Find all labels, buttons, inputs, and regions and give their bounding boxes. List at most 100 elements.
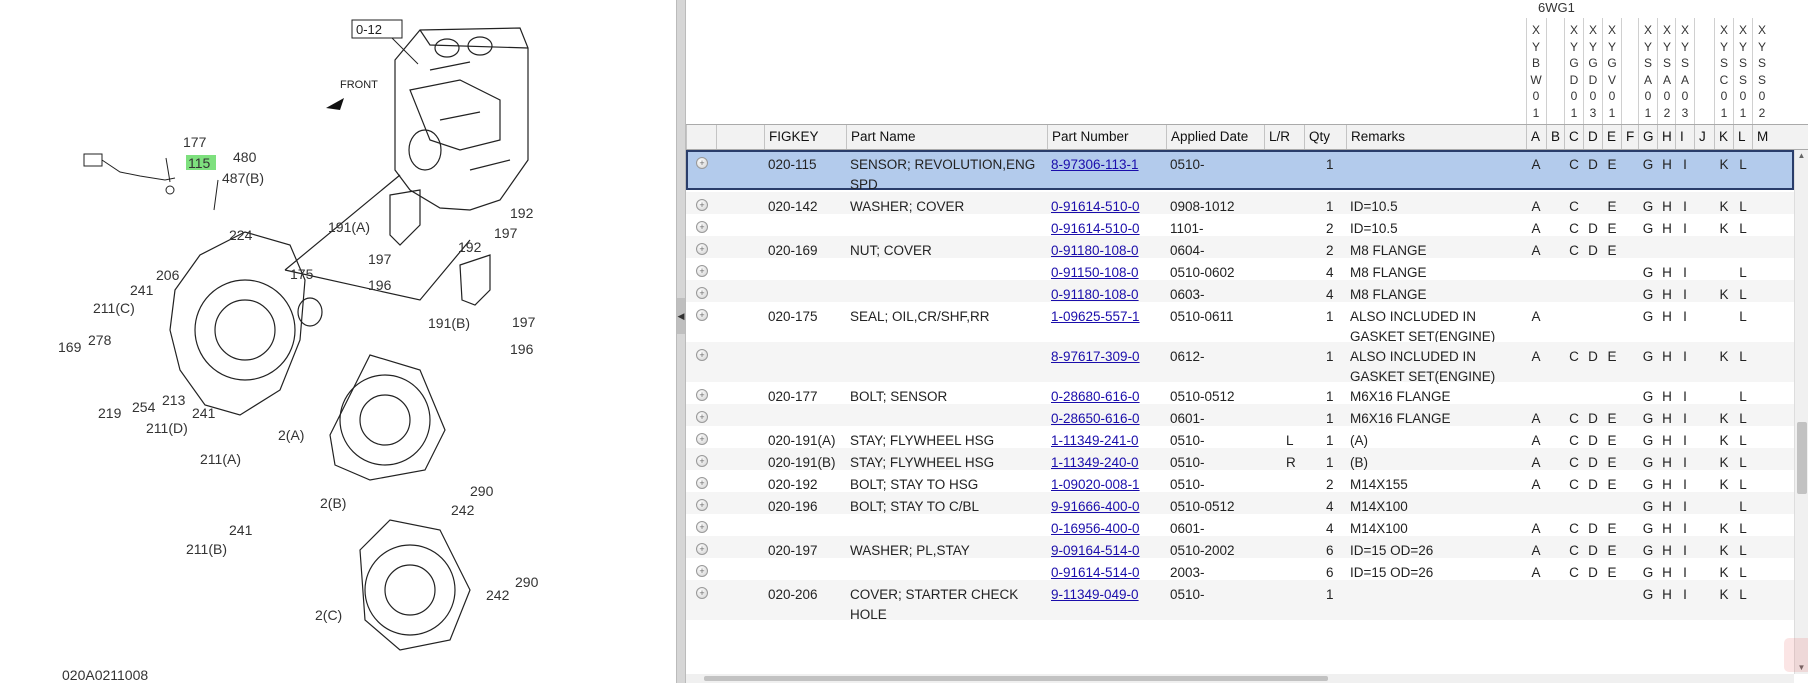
table-row[interactable]: +020-192 BOLT; STAY TO HSG 1-09020-008-1 05…	[686, 470, 1794, 492]
expand-row-icon[interactable]: +	[696, 199, 708, 211]
part-number-link[interactable]: 0-91614-510-0	[1051, 221, 1140, 236]
header-remarks[interactable]: Remarks	[1346, 125, 1526, 149]
table-row[interactable]: +020-197 WASHER; PL,STAY 9-09164-514-0 0510…	[686, 536, 1794, 558]
part-number-link[interactable]: 0-16956-400-0	[1051, 521, 1140, 536]
part-number-link[interactable]: 9-09164-514-0	[1051, 543, 1140, 558]
header-flag[interactable]: G	[1638, 125, 1657, 149]
parts-table-body: +020-115 SENSOR; REVOLUTION,ENG SPD 8-9730…	[686, 150, 1794, 674]
header-flag[interactable]: K	[1714, 125, 1733, 149]
part-number-link[interactable]: 0-91614-514-0	[1051, 565, 1140, 580]
vertical-scrollbar[interactable]: ▲ ▼	[1794, 150, 1808, 674]
part-number-link[interactable]: 0-91614-510-0	[1051, 199, 1140, 214]
table-row[interactable]: +020-175 SEAL; OIL,CR/SHF,RR 1-09625-557-1…	[686, 302, 1794, 344]
applicability-flag: C	[1569, 349, 1579, 364]
variant-divider	[1621, 18, 1622, 124]
horizontal-scroll-thumb[interactable]	[704, 676, 1328, 681]
expand-row-icon[interactable]: +	[696, 287, 708, 299]
qty-cell: 1	[1326, 309, 1334, 324]
header-flag[interactable]: E	[1602, 125, 1621, 149]
header-flag[interactable]: I	[1675, 125, 1694, 149]
header-figkey[interactable]: FIGKEY	[764, 125, 846, 149]
header-flag[interactable]: B	[1546, 125, 1564, 149]
header-flag[interactable]: C	[1564, 125, 1583, 149]
expand-row-icon[interactable]: +	[696, 565, 708, 577]
header-flag[interactable]: J	[1694, 125, 1714, 149]
table-row[interactable]: +8-97617-309-0 0612- 1 ALSO INCLUDED IN GAS…	[686, 342, 1794, 384]
svg-text:241: 241	[229, 522, 253, 538]
part-number-link[interactable]: 0-28680-616-0	[1051, 389, 1140, 404]
svg-text:211(C): 211(C)	[93, 300, 135, 316]
remarks-cell: ALSO INCLUDED IN GASKET SET(ENGINE)	[1350, 309, 1496, 344]
part-number-link[interactable]: 9-11349-049-0	[1051, 587, 1139, 602]
part-number-link[interactable]: 0-91180-108-0	[1051, 243, 1139, 258]
parts-list-panel: 6WG1 XYBW01 XYGD01 XYGD03 XYGV01 XYSA01 XYSA0…	[686, 0, 1808, 683]
applicability-flag: K	[1719, 349, 1729, 364]
applicability-flag: L	[1739, 587, 1747, 602]
collapse-left-arrow-icon[interactable]: ◀	[677, 298, 685, 334]
header-flag[interactable]: D	[1583, 125, 1602, 149]
part-number-link[interactable]: 0-28650-616-0	[1051, 411, 1140, 426]
expand-row-icon[interactable]: +	[696, 243, 708, 255]
header-flag[interactable]: M	[1752, 125, 1772, 149]
part-number-link[interactable]: 8-97306-113-1	[1051, 157, 1139, 172]
part-number-link[interactable]: 1-11349-240-0	[1051, 455, 1139, 470]
applicability-flag: G	[1642, 349, 1654, 364]
table-row[interactable]: +0-28650-616-0 0601- 1 M6X16 FLANGE A C D E G H I K…	[686, 404, 1794, 426]
table-row[interactable]: +020-191(A) STAY; FLYWHEEL HSG 1-11349-241…	[686, 426, 1794, 448]
expand-row-icon[interactable]: +	[696, 499, 708, 511]
variant-code: XYGD01	[1569, 23, 1579, 120]
horizontal-scrollbar[interactable]	[686, 674, 1794, 683]
table-row[interactable]: +0-16956-400-0 0601- 4 M14X100 A C D E G H I K L	[686, 514, 1794, 536]
table-row[interactable]: +020-206 COVER; STARTER CHECK HOLE 9-11349…	[686, 580, 1794, 622]
part-number-link[interactable]: 8-97617-309-0	[1051, 349, 1140, 364]
variant-divider	[1564, 18, 1565, 124]
header-flag[interactable]: F	[1621, 125, 1638, 149]
applicability-flag: G	[1642, 587, 1654, 602]
table-row[interactable]: +020-169 NUT; COVER 0-91180-108-0 0604- 2 M8 …	[686, 236, 1794, 258]
applicability-flag: L	[1739, 309, 1747, 324]
scroll-up-arrow-icon[interactable]: ▲	[1795, 150, 1808, 162]
part-number-link[interactable]: 1-09625-557-1	[1051, 309, 1140, 324]
expand-row-icon[interactable]: +	[696, 455, 708, 467]
header-flag[interactable]: L	[1733, 125, 1752, 149]
table-row[interactable]: +020-177 BOLT; SENSOR 0-28680-616-0 0510-05…	[686, 382, 1794, 404]
header-qty[interactable]: Qty	[1304, 125, 1346, 149]
table-row[interactable]: +0-91614-514-0 2003- 6 ID=15 OD=26 A C D E G H I K L	[686, 558, 1794, 580]
part-number-link[interactable]: 1-11349-241-0	[1051, 433, 1139, 448]
part-number-link[interactable]: 0-91150-108-0	[1051, 265, 1139, 280]
header-lr[interactable]: L/R	[1264, 125, 1304, 149]
vertical-scroll-thumb[interactable]	[1797, 422, 1807, 494]
expand-row-icon[interactable]: +	[696, 221, 708, 233]
expand-row-icon[interactable]: +	[696, 587, 708, 599]
table-row[interactable]: +0-91614-510-0 1101- 2 ID=10.5 A C D E G H I K L	[686, 214, 1794, 236]
applicability-flag: C	[1569, 157, 1579, 172]
table-row[interactable]: +020-191(B) STAY; FLYWHEEL HSG 1-11349-240…	[686, 448, 1794, 470]
expand-row-icon[interactable]: +	[696, 411, 708, 423]
header-part-name[interactable]: Part Name	[846, 125, 1047, 149]
table-row[interactable]: +0-91180-108-0 0603- 4 M8 FLANGE G H I K L	[686, 280, 1794, 302]
svg-text:2(C): 2(C)	[315, 607, 342, 623]
svg-text:254: 254	[132, 399, 156, 415]
part-number-link[interactable]: 0-91180-108-0	[1051, 287, 1139, 302]
part-number-link[interactable]: 9-91666-400-0	[1051, 499, 1140, 514]
header-applied-date[interactable]: Applied Date	[1166, 125, 1264, 149]
expand-row-icon[interactable]: +	[696, 157, 708, 169]
svg-text:177: 177	[183, 134, 207, 150]
table-row[interactable]: +020-196 BOLT; STAY TO C/BL 9-91666-400-0 0…	[686, 492, 1794, 514]
expand-row-icon[interactable]: +	[696, 521, 708, 533]
expand-row-icon[interactable]: +	[696, 433, 708, 445]
expand-row-icon[interactable]: +	[696, 309, 708, 321]
expand-row-icon[interactable]: +	[696, 349, 708, 361]
panel-splitter[interactable]: ◀	[676, 0, 686, 683]
header-flag[interactable]: A	[1526, 125, 1546, 149]
table-row[interactable]: +020-142 WASHER; COVER 0-91614-510-0 0908-1…	[686, 192, 1794, 214]
expand-row-icon[interactable]: +	[696, 543, 708, 555]
expand-row-icon[interactable]: +	[696, 389, 708, 401]
expand-row-icon[interactable]: +	[696, 477, 708, 489]
header-part-number[interactable]: Part Number	[1047, 125, 1166, 149]
header-flag[interactable]: H	[1657, 125, 1675, 149]
table-row-selected[interactable]: +020-115 SENSOR; REVOLUTION,ENG SPD 8-9730…	[686, 150, 1794, 192]
table-row[interactable]: +0-91150-108-0 0510-0602 4 M8 FLANGE G H I L	[686, 258, 1794, 280]
part-number-link[interactable]: 1-09020-008-1	[1051, 477, 1140, 492]
expand-row-icon[interactable]: +	[696, 265, 708, 277]
